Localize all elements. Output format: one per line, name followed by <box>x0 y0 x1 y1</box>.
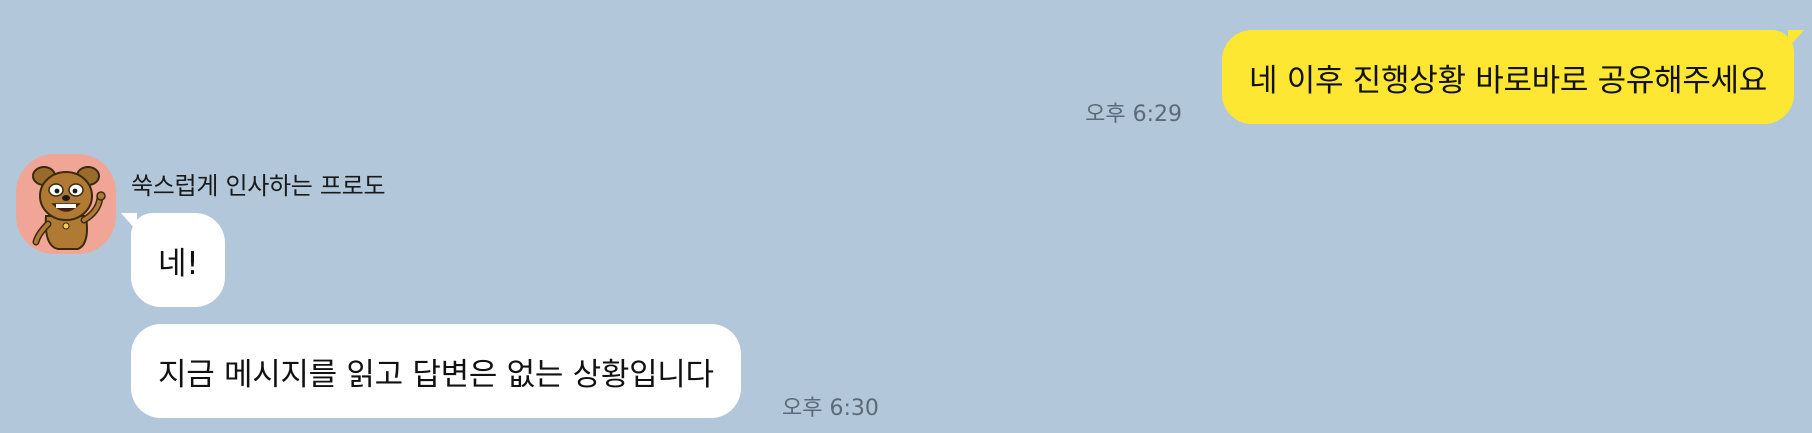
other-message-bubble[interactable]: 네! <box>121 213 226 307</box>
bubble-tail <box>121 213 137 231</box>
bubble-tail <box>1788 30 1804 48</box>
message-timestamp: 오후 6:29 <box>1085 102 1182 127</box>
message-text: 네 이후 진행상황 바로바로 공유해주세요 <box>1249 62 1767 99</box>
sender-name: 쑥스럽게 인사하는 프로도 <box>131 172 386 200</box>
frodo-dog-character-icon <box>32 166 106 250</box>
chat-room: 네 이후 진행상황 바로바로 공유해주세요 오후 6:29 쑥스럽게 인사하는 … <box>0 0 1812 433</box>
other-message-bubble[interactable]: 지금 메시지를 읽고 답변은 없는 상황입니다 <box>131 324 741 418</box>
avatar[interactable] <box>16 154 116 254</box>
message-text: 네! <box>158 245 199 282</box>
message-text: 지금 메시지를 읽고 답변은 없는 상황입니다 <box>158 356 714 393</box>
my-message-bubble[interactable]: 네 이후 진행상황 바로바로 공유해주세요 <box>1222 30 1804 124</box>
message-timestamp: 오후 6:30 <box>782 396 879 421</box>
